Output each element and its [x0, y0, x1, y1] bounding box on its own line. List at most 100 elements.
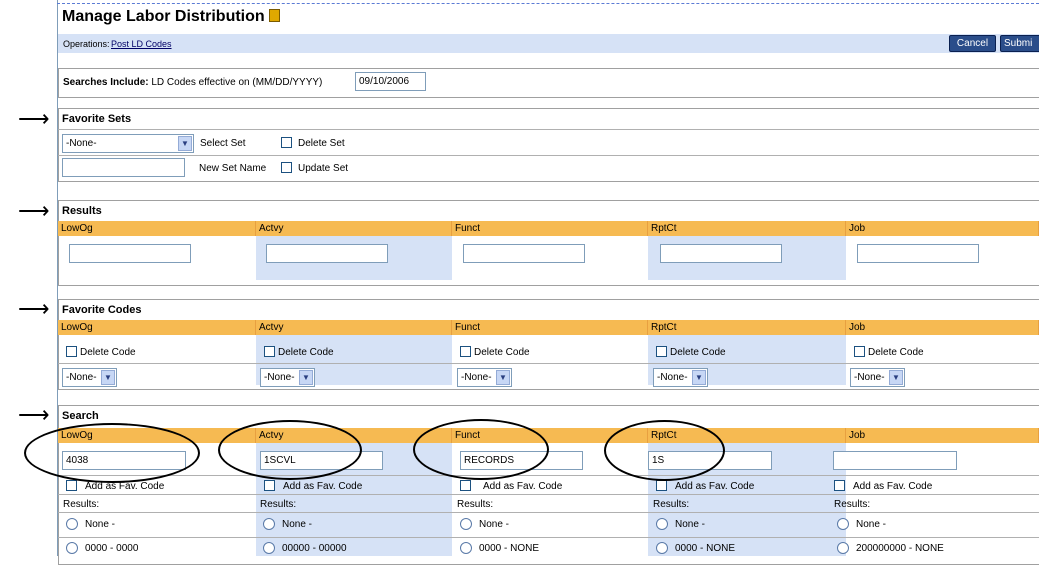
divider [58, 363, 1039, 364]
code-radio[interactable] [460, 542, 472, 554]
search-job-input[interactable] [833, 451, 957, 470]
annotation-ellipse [24, 423, 200, 483]
chevron-down-icon: ▼ [101, 370, 115, 385]
post-ld-codes-link[interactable]: Post LD Codes [111, 39, 172, 49]
divider [58, 537, 1039, 538]
delete-code-label: Delete Code [670, 347, 726, 358]
chevron-down-icon: ▼ [889, 370, 903, 385]
add-fav-checkbox[interactable] [66, 480, 77, 491]
favorite-codes-title: Favorite Codes [62, 304, 142, 316]
delete-code-checkbox[interactable] [66, 346, 77, 357]
chevron-down-icon: ▼ [299, 370, 313, 385]
chevron-down-icon: ▼ [178, 136, 192, 151]
results-box [58, 200, 1039, 286]
add-fav-checkbox[interactable] [264, 480, 275, 491]
operations-bar [58, 34, 1039, 53]
results-label: Results: [457, 499, 494, 510]
chevron-down-icon: ▼ [496, 370, 510, 385]
arrow-icon: ⟶ [18, 198, 50, 223]
results-label: Results: [63, 499, 100, 510]
search-col-job: Job [846, 428, 1039, 443]
favcode-actvy-select[interactable]: -None- ▼ [260, 368, 315, 387]
results-rptct-input[interactable] [660, 244, 782, 263]
add-fav-label: Add as Fav. Code [853, 481, 933, 492]
delete-code-checkbox[interactable] [656, 346, 667, 357]
divider [58, 512, 1039, 513]
code-option-label: 0000 - 0000 [85, 543, 139, 554]
divider [58, 475, 1039, 476]
search-title: Search [62, 410, 99, 422]
delete-code-checkbox[interactable] [854, 346, 865, 357]
favcodes-col-rptct: RptCt [648, 320, 846, 335]
add-fav-checkbox[interactable] [460, 480, 471, 491]
none-option-label: None - [85, 519, 116, 530]
update-set-checkbox[interactable] [281, 162, 292, 173]
delete-code-checkbox[interactable] [460, 346, 471, 357]
annotation-ellipse [218, 420, 362, 480]
results-funct-input[interactable] [463, 244, 585, 263]
add-fav-checkbox[interactable] [834, 480, 845, 491]
add-fav-label: Add as Fav. Code [675, 481, 755, 492]
cancel-button[interactable]: Cancel [949, 35, 996, 52]
none-radio[interactable] [656, 518, 668, 530]
operations-label: Operations: [63, 39, 110, 49]
update-set-label: Update Set [298, 163, 349, 174]
favorite-set-select[interactable]: -None- ▼ [62, 134, 194, 153]
none-radio[interactable] [263, 518, 275, 530]
searches-include-bold: Searches Include: [63, 77, 149, 88]
delete-code-label: Delete Code [868, 347, 924, 358]
code-radio[interactable] [66, 542, 78, 554]
favcode-rptct-select[interactable]: -None- ▼ [653, 368, 708, 387]
none-radio[interactable] [460, 518, 472, 530]
none-radio[interactable] [837, 518, 849, 530]
favcode-select-value: -None- [461, 372, 492, 383]
favcode-funct-select[interactable]: -None- ▼ [457, 368, 512, 387]
results-actvy-input[interactable] [266, 244, 388, 263]
delete-code-checkbox[interactable] [264, 346, 275, 357]
arrow-icon: ⟶ [18, 106, 50, 131]
favcodes-col-funct: Funct [452, 320, 648, 335]
none-option-label: None - [856, 519, 887, 530]
code-option-label: 00000 - 00000 [282, 543, 347, 554]
favorite-set-select-value: -None- [66, 138, 97, 149]
add-fav-checkbox[interactable] [656, 480, 667, 491]
none-radio[interactable] [66, 518, 78, 530]
searches-include-rest: LD Codes effective on (MM/DD/YYYY) [151, 77, 323, 88]
effective-date-input[interactable] [355, 72, 426, 91]
favcode-lowog-select[interactable]: -None- ▼ [62, 368, 117, 387]
results-lowog-input[interactable] [69, 244, 191, 263]
delete-set-checkbox[interactable] [281, 137, 292, 148]
favcode-job-select[interactable]: -None- ▼ [850, 368, 905, 387]
arrow-icon: ⟶ [18, 296, 50, 321]
divider [58, 155, 1039, 156]
code-radio[interactable] [656, 542, 668, 554]
add-fav-label: Add as Fav. Code [283, 481, 363, 492]
favcode-select-value: -None- [66, 372, 97, 383]
favcodes-col-actvy: Actvy [256, 320, 452, 335]
favcode-select-value: -None- [657, 372, 688, 383]
annotation-ellipse [413, 419, 549, 480]
delete-code-label: Delete Code [278, 347, 334, 358]
code-radio[interactable] [263, 542, 275, 554]
favorite-sets-title: Favorite Sets [62, 113, 132, 125]
code-radio[interactable] [837, 542, 849, 554]
results-label: Results: [834, 499, 871, 510]
arrow-icon: ⟶ [18, 402, 50, 427]
results-col-job: Job [846, 221, 1039, 236]
favcodes-col-lowog: LowOg [58, 320, 256, 335]
results-job-input[interactable] [857, 244, 979, 263]
code-option-label: 200000000 - NONE [856, 543, 944, 554]
results-col-funct: Funct [452, 221, 648, 236]
new-set-name-input[interactable] [62, 158, 185, 177]
submit-button[interactable]: Submi [1000, 35, 1039, 52]
new-set-name-label: New Set Name [199, 163, 267, 174]
page-title: Manage Labor Distribution [62, 8, 280, 26]
add-fav-label: Add as Fav. Code [483, 481, 563, 492]
divider [58, 129, 1039, 130]
none-option-label: None - [479, 519, 510, 530]
none-option-label: None - [282, 519, 313, 530]
help-icon[interactable] [268, 9, 280, 22]
chevron-down-icon: ▼ [692, 370, 706, 385]
delete-code-label: Delete Code [80, 347, 136, 358]
select-set-label: Select Set [200, 138, 246, 149]
